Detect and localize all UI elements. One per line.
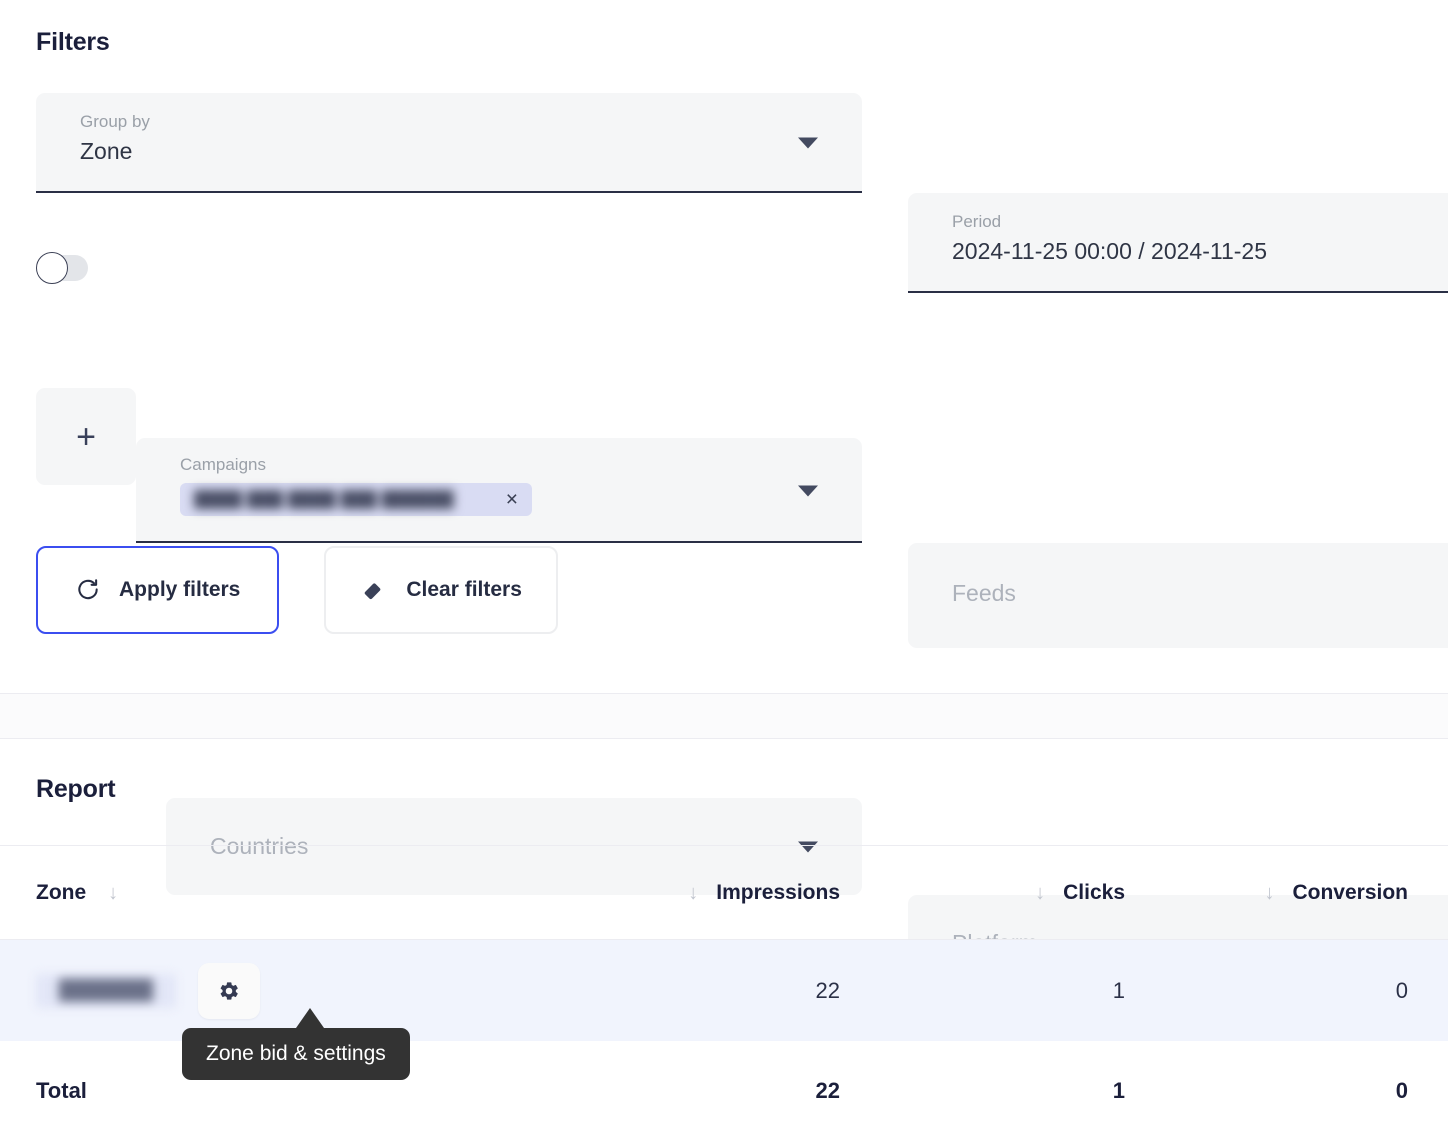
column-label-zone: Zone bbox=[36, 880, 87, 904]
group-by-value: Zone bbox=[80, 138, 133, 164]
column-label-impressions: Impressions bbox=[716, 880, 840, 904]
close-icon[interactable]: × bbox=[502, 489, 522, 510]
campaigns-select[interactable]: Campaigns ████ ███ ████ ███ ██████ × bbox=[136, 438, 862, 543]
feeds-select[interactable]: Feeds bbox=[908, 543, 1448, 648]
table-row[interactable]: ███████ 22 1 0 bbox=[0, 940, 1448, 1041]
zone-settings-button[interactable] bbox=[198, 962, 260, 1019]
section-gap bbox=[0, 694, 1448, 738]
group-by-label: Group by bbox=[80, 112, 150, 131]
column-label-conversion: Conversion bbox=[1292, 880, 1408, 904]
column-header-conversion[interactable]: ↓ Conversion bbox=[1125, 881, 1408, 905]
cell-clicks: 1 bbox=[840, 978, 1125, 1004]
total-label: Total bbox=[36, 1077, 87, 1103]
refresh-icon bbox=[78, 579, 98, 600]
clicks-value: 1 bbox=[1112, 977, 1125, 1003]
campaigns-toggle[interactable] bbox=[36, 252, 88, 284]
period-field[interactable]: Period 2024-11-25 00:00 / 2024-11-25 bbox=[908, 193, 1448, 293]
cell-total-label: Total bbox=[0, 1078, 560, 1104]
cell-conversion: 0 bbox=[1125, 978, 1408, 1004]
conversion-value: 0 bbox=[1395, 977, 1408, 1003]
period-label: Period bbox=[952, 212, 1002, 231]
filter-actions: Apply filters Clear filters bbox=[36, 546, 558, 634]
table-header-row: Zone ↓ ↓ Impressions ↓ Clicks ↓ Conversi… bbox=[0, 846, 1448, 939]
campaigns-label: Campaigns bbox=[180, 455, 266, 474]
feeds-placeholder: Feeds bbox=[952, 580, 1016, 606]
column-header-clicks[interactable]: ↓ Clicks bbox=[840, 881, 1125, 905]
period-value: 2024-11-25 00:00 / 2024-11-25 bbox=[952, 238, 1268, 264]
eraser-icon bbox=[365, 583, 381, 600]
filters-heading: Filters bbox=[36, 28, 110, 56]
report-page-card: Filters Group by Zone Period 2024-11-25 … bbox=[0, 0, 1448, 1140]
divider bbox=[0, 738, 1448, 739]
campaign-chip-label: ████ ███ ████ ███ ██████ bbox=[194, 490, 454, 509]
chevron-down-icon[interactable] bbox=[798, 137, 818, 149]
tooltip-arrow bbox=[296, 1008, 324, 1028]
chevron-down-icon[interactable] bbox=[798, 485, 818, 496]
total-impressions-value: 22 bbox=[815, 1077, 840, 1103]
zone-name-redacted: ███████ bbox=[36, 973, 176, 1008]
toggle-knob[interactable] bbox=[36, 252, 68, 284]
sort-down-icon[interactable]: ↓ bbox=[688, 883, 698, 903]
column-label-clicks: Clicks bbox=[1063, 880, 1125, 904]
filters-section: Filters Group by Zone Period 2024-11-25 … bbox=[0, 0, 1448, 992]
campaign-chip[interactable]: ████ ███ ████ ███ ██████ × bbox=[180, 483, 532, 516]
sort-down-icon[interactable]: ↓ bbox=[1264, 883, 1274, 903]
apply-filters-button[interactable]: Apply filters bbox=[36, 546, 280, 634]
report-table: Zone ↓ ↓ Impressions ↓ Clicks ↓ Conversi… bbox=[0, 846, 1448, 1140]
cell-total-clicks: 1 bbox=[840, 1078, 1125, 1104]
total-clicks-value: 1 bbox=[1112, 1077, 1125, 1103]
group-by-select[interactable]: Group by Zone bbox=[36, 93, 862, 193]
impressions-value: 22 bbox=[815, 977, 840, 1003]
add-filter-button[interactable]: + bbox=[36, 388, 136, 485]
clear-filters-label: Clear filters bbox=[406, 578, 522, 601]
column-header-zone[interactable]: Zone ↓ bbox=[0, 881, 560, 905]
cell-impressions: 22 bbox=[560, 978, 840, 1004]
cell-total-conversion: 0 bbox=[1125, 1078, 1408, 1104]
sort-down-icon[interactable]: ↓ bbox=[1035, 883, 1045, 903]
cell-zone: ███████ bbox=[0, 962, 560, 1019]
sort-down-icon[interactable]: ↓ bbox=[108, 883, 118, 903]
column-header-impressions[interactable]: ↓ Impressions bbox=[560, 881, 840, 905]
divider bbox=[0, 693, 1448, 694]
clear-filters-button[interactable]: Clear filters bbox=[324, 546, 558, 634]
total-conversion-value: 0 bbox=[1395, 1077, 1408, 1103]
cell-total-impressions: 22 bbox=[560, 1078, 840, 1104]
apply-filters-label: Apply filters bbox=[119, 578, 241, 601]
report-heading: Report bbox=[36, 775, 116, 803]
gear-icon bbox=[220, 981, 238, 1000]
plus-icon: + bbox=[76, 417, 96, 456]
zone-settings-tooltip: Zone bid & settings bbox=[182, 1028, 410, 1080]
